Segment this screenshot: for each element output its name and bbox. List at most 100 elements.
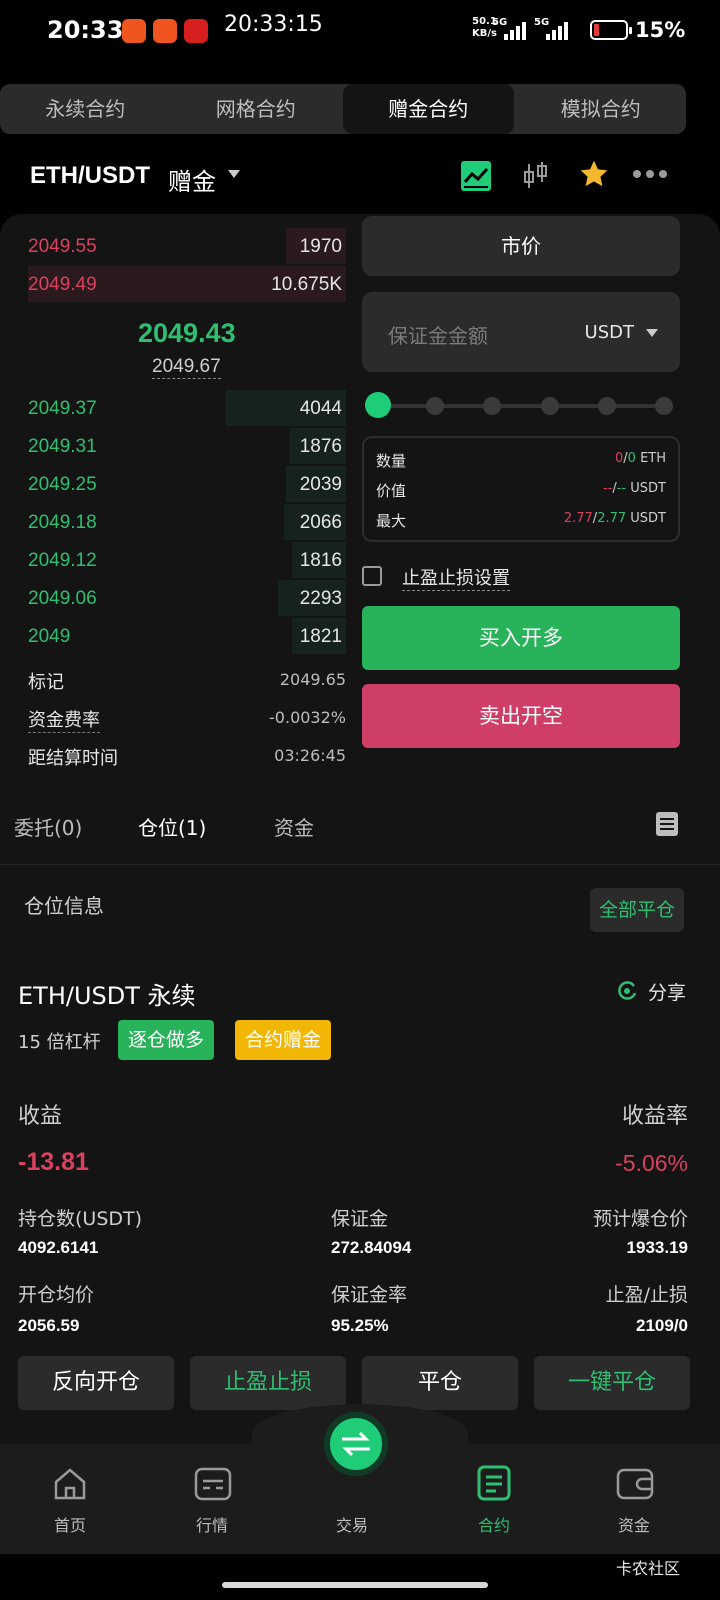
tpsl-settings-label[interactable]: 止盈止损设置: [402, 564, 510, 591]
margin-label: 保证金: [331, 1208, 389, 1230]
more-icon[interactable]: [632, 168, 668, 180]
tab-bonus[interactable]: 赠金合约: [343, 84, 514, 134]
mark-value: 2049.65: [279, 670, 346, 689]
order-summary: 数量 0/0 ETH 价值 --/-- USDT 最大 2.77/2.77 US…: [362, 436, 680, 542]
slider-step[interactable]: [655, 397, 673, 415]
bid-price: 2049.12: [28, 550, 97, 571]
ask-row[interactable]: 2049.55 1970: [28, 228, 346, 264]
position-section-title: 仓位信息: [24, 894, 104, 918]
bid-price: 2049.25: [28, 474, 97, 495]
nav-contract[interactable]: 合约: [478, 1512, 510, 1536]
bid-row[interactable]: 2049.31 1876: [28, 428, 346, 464]
share-button[interactable]: 分享: [648, 978, 686, 1005]
home-icon[interactable]: [52, 1466, 88, 1502]
slider-step[interactable]: [540, 397, 559, 415]
margin-ratio-value: 95.25%: [331, 1316, 389, 1335]
share-icon[interactable]: [616, 980, 638, 1002]
buy-long-button[interactable]: 买入开多: [362, 606, 680, 670]
bid-row[interactable]: 2049.06 2293: [28, 580, 346, 616]
bid-qty: 1821: [299, 626, 342, 647]
liq-price-value: 1933.19: [626, 1238, 688, 1257]
bid-price: 2049.18: [28, 512, 97, 533]
last-price: 2049.43: [138, 318, 236, 348]
mark-price[interactable]: 2049.67: [152, 356, 221, 379]
contract-icon[interactable]: [476, 1464, 512, 1502]
slider-step[interactable]: [483, 397, 502, 415]
value-label: 价值: [376, 482, 407, 500]
chevron-down-icon[interactable]: [646, 329, 658, 337]
star-icon[interactable]: [578, 158, 610, 190]
tpsl-checkbox[interactable]: [362, 566, 382, 586]
pair-tag[interactable]: 赠金: [168, 162, 216, 197]
ask-price: 2049.49: [28, 274, 97, 295]
chevron-down-icon[interactable]: [228, 170, 240, 178]
funding-label[interactable]: 资金费率: [28, 706, 100, 733]
margin-slider[interactable]: [365, 392, 673, 418]
summary-qty: 数量 0/0 ETH: [376, 450, 666, 472]
tab-orders[interactable]: 委托(0): [14, 812, 82, 841]
wallet-icon[interactable]: [616, 1466, 654, 1502]
nav-assets[interactable]: 资金: [618, 1512, 650, 1536]
nav-trade[interactable]: 交易: [336, 1512, 368, 1536]
candlestick-icon[interactable]: [522, 160, 550, 192]
ask-qty: 10.675K: [271, 274, 342, 295]
pair-selector[interactable]: ETH/USDT: [30, 162, 150, 190]
slider-step[interactable]: [426, 397, 445, 415]
nav-market[interactable]: 行情: [196, 1512, 228, 1536]
close-position-button[interactable]: 平仓: [362, 1356, 518, 1410]
signal-bars-icon: [546, 20, 568, 40]
nav-home[interactable]: 首页: [54, 1512, 86, 1536]
sell-short-button[interactable]: 卖出开空: [362, 684, 680, 748]
bid-row[interactable]: 2049 1821: [28, 618, 346, 654]
tpsl-button[interactable]: 止盈止损: [190, 1356, 346, 1410]
divider: [0, 864, 720, 865]
tpsl-label: 止盈/止损: [605, 1284, 688, 1306]
qty-label: 数量: [376, 452, 407, 470]
bid-price: 2049: [28, 626, 71, 647]
margin-amount-field[interactable]: 保证金金额 USDT: [362, 292, 680, 372]
entry-price-value: 2056.59: [18, 1316, 80, 1335]
market-icon[interactable]: [194, 1466, 232, 1502]
tab-perpetual[interactable]: 永续合约: [0, 84, 171, 134]
net-speed-unit: KB/s: [472, 28, 497, 39]
bid-row[interactable]: 2049.12 1816: [28, 542, 346, 578]
status-time: 20:33: [47, 16, 124, 44]
bid-row[interactable]: 2049.25 2039: [28, 466, 346, 502]
reverse-position-button[interactable]: 反向开仓: [18, 1356, 174, 1410]
margin-ratio-label: 保证金率: [331, 1284, 408, 1306]
bid-row[interactable]: 2049.18 2066: [28, 504, 346, 540]
position-name: ETH/USDT 永续: [18, 982, 196, 1010]
app-notification-icon: [153, 19, 177, 43]
close-all-button[interactable]: 全部平仓: [590, 888, 684, 932]
document-icon[interactable]: [656, 812, 678, 836]
size-value: 4092.6141: [18, 1238, 99, 1257]
home-indicator[interactable]: [222, 1582, 488, 1588]
trade-button[interactable]: [324, 1412, 388, 1476]
pair-header: ETH/USDT 赠金: [0, 152, 720, 204]
tab-positions[interactable]: 仓位(1): [138, 812, 206, 841]
liq-price-label: 预计爆仓价: [592, 1208, 688, 1230]
swap-icon: [342, 1431, 370, 1457]
trade-panel: 2049.55 1970 2049.49 10.675K 2049.43 204…: [0, 214, 720, 1444]
chart-line-icon[interactable]: [460, 160, 492, 192]
margin-placeholder: 保证金金额: [388, 324, 488, 348]
bid-price: 2049.31: [28, 436, 97, 457]
bid-qty: 2293: [299, 588, 342, 609]
leverage-label: 15 倍杠杆: [18, 1032, 101, 1053]
value-value: --/-- USDT: [602, 481, 666, 496]
slider-step[interactable]: [597, 397, 616, 415]
currency-select[interactable]: USDT: [585, 322, 634, 343]
battery-percent: 15%: [635, 18, 686, 42]
max-label: 最大: [376, 512, 407, 530]
size-label: 持仓数(USDT): [18, 1208, 143, 1230]
slider-handle[interactable]: [365, 392, 391, 418]
tab-demo[interactable]: 模拟合约: [516, 84, 687, 134]
order-type-select[interactable]: 市价: [362, 216, 680, 276]
tab-assets[interactable]: 资金: [274, 812, 314, 841]
bid-row[interactable]: 2049.37 4044: [28, 390, 346, 426]
tab-grid[interactable]: 网格合约: [171, 84, 342, 134]
ask-row[interactable]: 2049.49 10.675K: [28, 266, 346, 302]
bid-price: 2049.06: [28, 588, 97, 609]
margin-value: 272.84094: [331, 1238, 412, 1257]
one-click-close-button[interactable]: 一键平仓: [534, 1356, 690, 1410]
